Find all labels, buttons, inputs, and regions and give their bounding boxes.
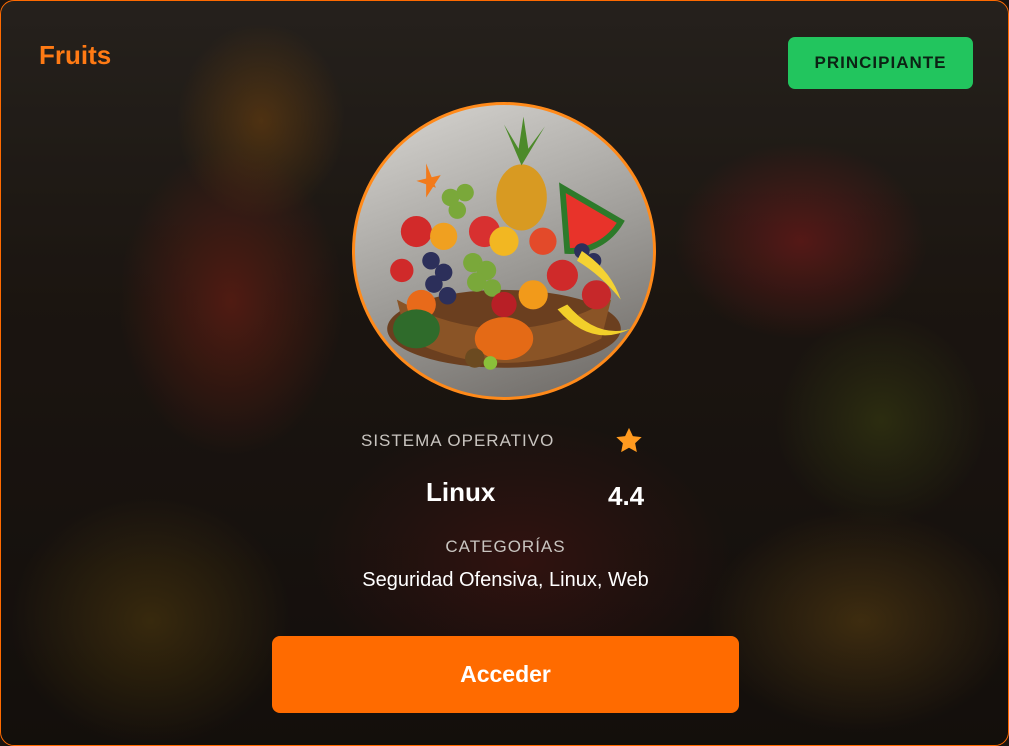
rating-value: 4.4 — [608, 481, 645, 511]
categories-value: Seguridad Ofensiva, Linux, Web — [362, 569, 649, 591]
difficulty-badge: PRINCIPIANTE — [788, 37, 973, 89]
card-title: Fruits — [39, 40, 112, 70]
machine-image — [352, 102, 656, 400]
os-value: Linux — [426, 477, 496, 507]
os-label: SISTEMA OPERATIVO — [361, 431, 555, 450]
access-button[interactable]: Acceder — [272, 636, 739, 713]
star-icon — [616, 427, 642, 453]
categories-label: CATEGORÍAS — [445, 537, 566, 556]
machine-card: Fruits PRINCIPIANTE SISTEMA OPERATIVO Li… — [0, 0, 1009, 746]
